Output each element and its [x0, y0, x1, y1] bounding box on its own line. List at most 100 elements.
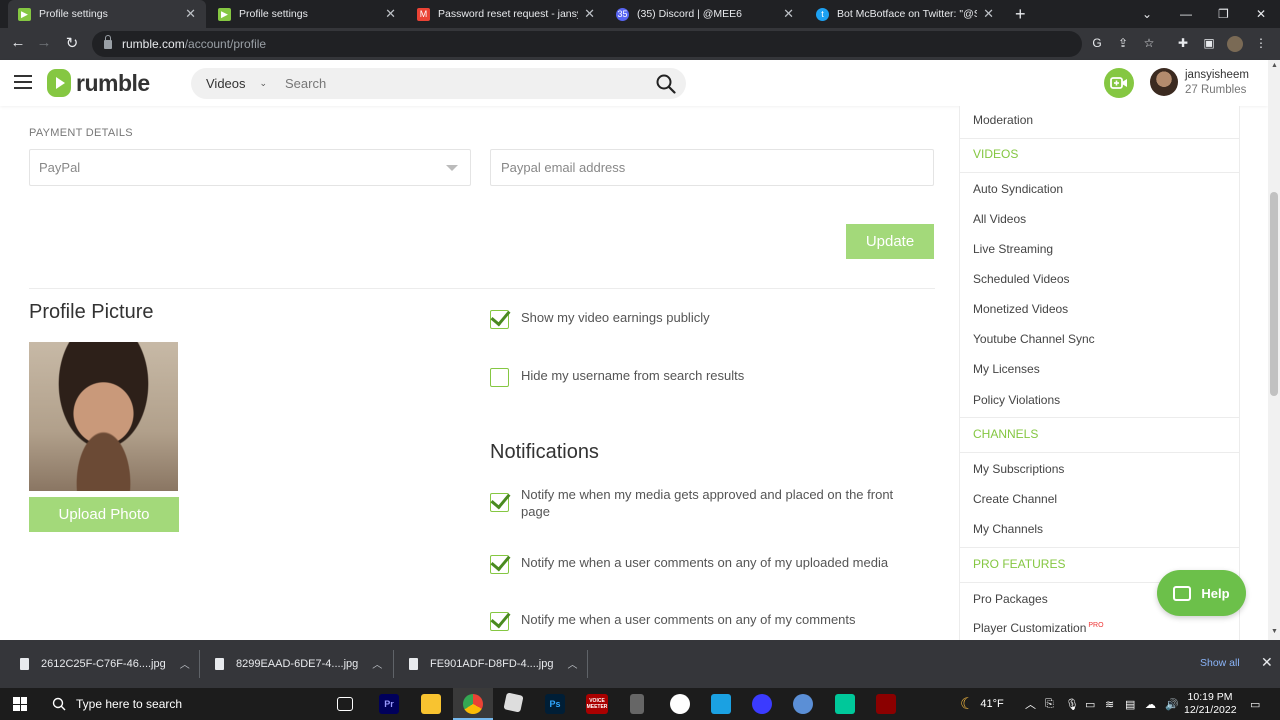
sidebar-item-player-customization[interactable]: Player Customization PRO: [973, 621, 1104, 635]
sidebar-item-youtube-sync[interactable]: Youtube Channel Sync: [973, 332, 1095, 346]
task-view-icon[interactable]: [337, 697, 353, 711]
user-avatar[interactable]: [1150, 68, 1178, 96]
browser-tab-5[interactable]: t Bot McBotface on Twitter: "@Sc ✕: [806, 0, 1004, 28]
search-button[interactable]: [646, 68, 686, 99]
close-tab-icon[interactable]: ✕: [584, 6, 595, 22]
notify-reply-comments-option[interactable]: Notify me when a user comments on any of…: [490, 611, 921, 631]
microphone-app-icon[interactable]: [630, 694, 644, 714]
side-panel-icon[interactable]: ▣: [1201, 36, 1217, 52]
update-button[interactable]: Update: [846, 224, 934, 259]
browser-tab-2[interactable]: ▶ Profile settings ✕: [208, 0, 406, 28]
bookmark-star-icon[interactable]: ☆: [1141, 36, 1157, 52]
new-tab-icon[interactable]: +: [1015, 4, 1026, 25]
browser-tab-1[interactable]: ▶ Profile settings ✕: [8, 0, 206, 28]
sidebar-item-my-channels[interactable]: My Channels: [973, 522, 1043, 536]
sidebar-item-my-subscriptions[interactable]: My Subscriptions: [973, 462, 1064, 476]
microphone-icon[interactable]: 🎙: [1065, 688, 1079, 720]
close-tab-icon[interactable]: ✕: [783, 6, 794, 22]
menu-dots-icon[interactable]: ⋮: [1253, 36, 1269, 52]
obs-icon[interactable]: [670, 694, 690, 714]
help-button[interactable]: Help: [1157, 570, 1246, 616]
show-earnings-checkbox[interactable]: [490, 310, 509, 329]
sidebar-item-all-videos[interactable]: All Videos: [973, 212, 1026, 226]
show-earnings-option[interactable]: Show my video earnings publicly: [490, 309, 921, 329]
network-icon[interactable]: ▤: [1125, 688, 1135, 720]
meet-now-icon[interactable]: ⎘: [1045, 688, 1054, 720]
user-name[interactable]: jansyisheem: [1185, 69, 1249, 81]
close-tab-icon[interactable]: ✕: [983, 6, 994, 22]
address-bar[interactable]: rumble.com /account/profile: [92, 31, 1082, 57]
search-input[interactable]: [275, 76, 646, 91]
chat-app-icon[interactable]: [835, 694, 855, 714]
scroll-down-icon[interactable]: ▼: [1271, 628, 1278, 635]
sidebar-item-pro-packages[interactable]: Pro Packages: [973, 592, 1048, 606]
close-tab-icon[interactable]: ✕: [385, 6, 396, 22]
download-item[interactable]: FE901ADF-D8FD-4....jpg ︿: [409, 656, 577, 671]
close-window-icon[interactable]: ✕: [1256, 0, 1266, 28]
download-item[interactable]: 2612C25F-C76F-46....jpg ︿: [20, 656, 190, 671]
wifi-icon[interactable]: ≋: [1105, 688, 1114, 720]
sidebar-item-auto-syndication[interactable]: Auto Syndication: [973, 182, 1063, 196]
notify-approved-checkbox[interactable]: [490, 493, 509, 512]
taskbar-search[interactable]: Type here to search: [40, 688, 330, 720]
share-icon[interactable]: ⇪: [1115, 36, 1131, 52]
audio-app-icon[interactable]: [752, 694, 772, 714]
notify-approved-option[interactable]: Notify me when my media gets approved an…: [490, 486, 921, 520]
sidebar-item-scheduled-videos[interactable]: Scheduled Videos: [973, 272, 1070, 286]
show-all-downloads-link[interactable]: Show all: [1200, 657, 1240, 669]
sidebar-item-monetized-videos[interactable]: Monetized Videos: [973, 302, 1068, 316]
close-icon[interactable]: ✕: [1261, 654, 1273, 671]
payment-method-select[interactable]: PayPal: [29, 149, 471, 186]
windows-start-icon[interactable]: [13, 697, 27, 711]
hide-username-checkbox[interactable]: [490, 368, 509, 387]
notify-media-comments-checkbox[interactable]: [490, 555, 509, 574]
sidebar-item-my-licenses[interactable]: My Licenses: [973, 362, 1040, 376]
notifications-icon[interactable]: ▭: [1250, 688, 1260, 720]
sidebar-item-create-channel[interactable]: Create Channel: [973, 492, 1057, 506]
roblox-icon[interactable]: [503, 692, 524, 713]
voicemeeter-icon[interactable]: VOICE MEETER: [586, 694, 608, 714]
upload-video-button[interactable]: [1104, 68, 1134, 98]
file-explorer-icon[interactable]: [421, 694, 441, 714]
photoshop-icon[interactable]: Ps: [545, 694, 565, 714]
browser-tab-4[interactable]: 35 (35) Discord | @MEE6 ✕: [606, 0, 804, 28]
profile-avatar-icon[interactable]: [1227, 36, 1243, 52]
scroll-up-icon[interactable]: ▲: [1271, 62, 1278, 69]
system-clock[interactable]: 10:19 PM 12/21/2022: [1184, 691, 1237, 717]
premiere-icon[interactable]: Pr: [379, 694, 399, 714]
notify-reply-comments-checkbox[interactable]: [490, 612, 509, 631]
tray-chevron-up-icon[interactable]: ︿: [1025, 688, 1036, 720]
qbittorrent-icon[interactable]: [793, 694, 813, 714]
hide-username-option[interactable]: Hide my username from search results: [490, 367, 921, 387]
forward-icon[interactable]: →: [34, 34, 54, 51]
sidebar-item-policy-violations[interactable]: Policy Violations: [973, 393, 1060, 407]
google-icon[interactable]: G: [1089, 36, 1105, 52]
close-tab-icon[interactable]: ✕: [185, 6, 196, 22]
back-icon[interactable]: ←: [8, 34, 28, 51]
download-item[interactable]: 8299EAAD-6DE7-4....jpg ︿: [215, 656, 382, 671]
onedrive-icon[interactable]: ☁: [1145, 688, 1156, 720]
minimize-icon[interactable]: —: [1180, 0, 1192, 28]
reload-icon[interactable]: ↻: [62, 34, 82, 52]
chevron-up-icon[interactable]: ︿: [567, 656, 577, 671]
weather-widget[interactable]: ☾ 41°F: [960, 688, 1004, 720]
hamburger-menu-icon[interactable]: [14, 75, 32, 89]
upload-photo-button[interactable]: Upload Photo: [29, 497, 179, 532]
sidebar-item-live-streaming[interactable]: Live Streaming: [973, 242, 1053, 256]
lock-icon[interactable]: [104, 34, 112, 49]
maximize-icon[interactable]: ❐: [1218, 0, 1229, 28]
chevron-up-icon[interactable]: ︿: [372, 656, 382, 671]
scroll-thumb[interactable]: [1270, 192, 1278, 396]
paypal-email-input[interactable]: [490, 149, 934, 186]
search-category-select[interactable]: Videos ⌄: [191, 76, 275, 91]
display-icon[interactable]: ▭: [1085, 688, 1095, 720]
notify-media-comments-option[interactable]: Notify me when a user comments on any of…: [490, 554, 921, 574]
browser-tab-3[interactable]: M Password reset request - jansy12 ✕: [407, 0, 605, 28]
extensions-icon[interactable]: ✚: [1175, 36, 1191, 52]
sidebar-item-moderation[interactable]: Moderation: [973, 113, 1033, 127]
page-scrollbar[interactable]: ▲ ▼: [1268, 60, 1280, 640]
rumble-logo[interactable]: rumble: [47, 69, 150, 97]
skype-icon[interactable]: [711, 694, 731, 714]
chrome-icon[interactable]: [463, 694, 483, 714]
volume-icon[interactable]: 🔊: [1165, 688, 1179, 720]
